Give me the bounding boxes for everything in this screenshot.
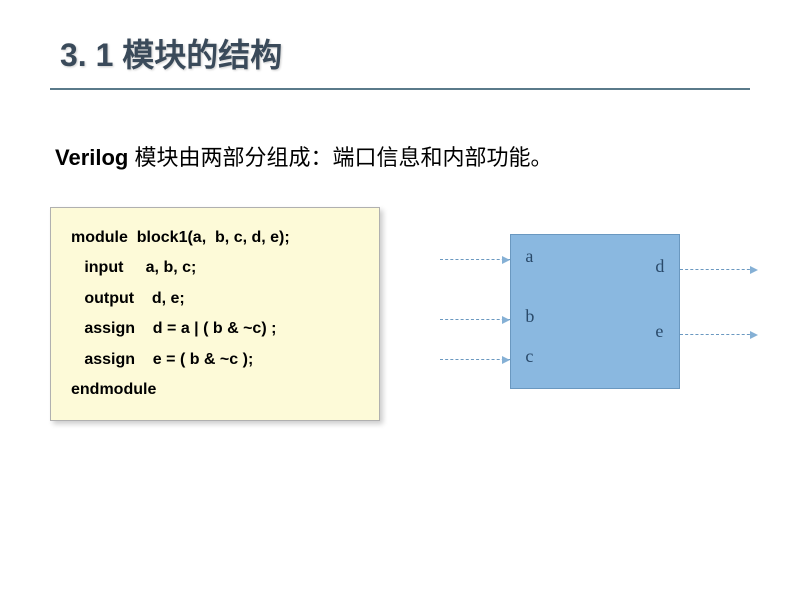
arrow-line <box>440 359 510 360</box>
arrow-line <box>440 259 510 260</box>
title-underline <box>50 88 750 90</box>
code-line-8: endmodule <box>71 375 359 405</box>
content-area: module block1(a, b, c, d, e); input a, b… <box>50 207 750 421</box>
slide-container: 3. 1 模块的结构 Verilog 模块由两部分组成：端口信息和内部功能。 m… <box>0 0 800 600</box>
port-label-e: e <box>655 321 663 342</box>
code-line-5: assign d = a | ( b & ~c) ; <box>71 314 359 344</box>
arrow-line <box>680 334 755 335</box>
arrow-head-icon <box>502 316 510 324</box>
code-line-1: module block1(a, b, c, d, e); <box>71 223 359 253</box>
port-label-d: d <box>655 256 664 277</box>
arrow-head-icon <box>750 266 758 274</box>
description-text: Verilog 模块由两部分组成：端口信息和内部功能。 <box>50 140 750 172</box>
code-line-2: input a, b, c; <box>71 253 359 283</box>
description-body: 模块由两部分组成：端口信息和内部功能。 <box>128 145 552 170</box>
port-label-a: a <box>525 246 533 267</box>
block-diagram: a b c d e <box>440 214 750 414</box>
arrow-line <box>680 269 755 270</box>
arrow-head-icon <box>502 256 510 264</box>
arrow-line <box>440 319 510 320</box>
code-line-6: assign e = ( b & ~c ); <box>71 345 359 375</box>
verilog-keyword: Verilog <box>55 145 128 170</box>
code-line-3: output d, e; <box>71 284 359 314</box>
code-box: module block1(a, b, c, d, e); input a, b… <box>50 207 380 421</box>
slide-title: 3. 1 模块的结构 <box>50 30 750 76</box>
port-label-b: b <box>525 306 534 327</box>
arrow-head-icon <box>502 356 510 364</box>
arrow-head-icon <box>750 331 758 339</box>
port-label-c: c <box>525 346 533 367</box>
